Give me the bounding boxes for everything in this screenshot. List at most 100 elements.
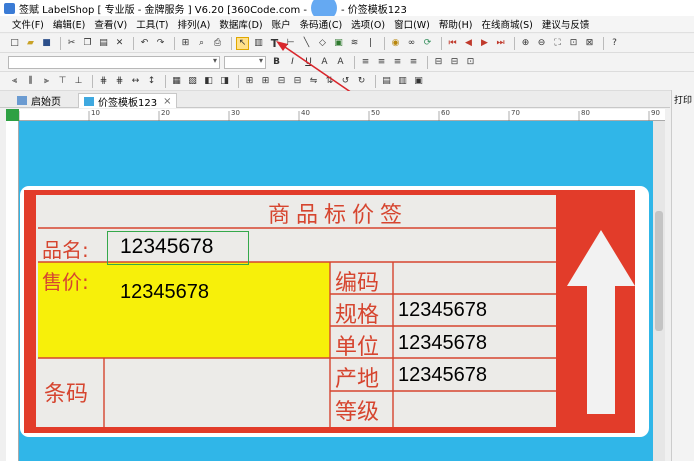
scrollbar-thumb[interactable] (655, 211, 663, 331)
last-page-icon[interactable]: ⏭ (494, 37, 507, 50)
vertical-line-icon[interactable]: | (364, 37, 377, 50)
ruler-label: 80 (581, 109, 590, 117)
paste-icon[interactable]: ▤ (97, 37, 110, 50)
name-label: 品名: (42, 238, 89, 262)
wrap-icon[interactable]: ⊟ (432, 56, 445, 69)
menu-window[interactable]: 窗口(W) (394, 17, 430, 31)
separator (231, 36, 232, 50)
binoculars-icon[interactable]: ∞ (405, 37, 418, 50)
separator (375, 74, 376, 88)
page-setup-icon[interactable]: ▣ (412, 75, 425, 88)
separator (441, 36, 442, 50)
delete-icon[interactable]: ✕ (113, 37, 126, 50)
menu-edit[interactable]: 编辑(E) (53, 17, 85, 31)
first-page-icon[interactable]: ⏮ (446, 37, 459, 50)
table-props-icon[interactable]: ▥ (396, 75, 409, 88)
fit-width-icon[interactable]: ⊡ (567, 37, 580, 50)
tab-price-template[interactable]: 价签模板123 × (78, 93, 178, 109)
vertical-ruler (6, 121, 19, 461)
same-height-icon[interactable]: ↕ (145, 75, 158, 88)
frame-icon[interactable]: ⊡ (464, 56, 477, 69)
grid-icon[interactable]: ⊞ (179, 37, 192, 50)
undo-icon[interactable]: ↶ (138, 37, 151, 50)
menu-help[interactable]: 帮助(H) (439, 17, 473, 31)
separator (60, 36, 61, 50)
origin-value[interactable]: 12345678 (398, 364, 487, 387)
price-value[interactable]: 12345678 (120, 281, 209, 304)
vertical-scrollbar[interactable] (653, 121, 665, 461)
zoom-in-icon[interactable]: ⊕ (519, 37, 532, 50)
separator (427, 55, 428, 69)
bring-front-icon[interactable]: ◧ (202, 75, 215, 88)
lock-icon[interactable]: ⊞ (243, 75, 256, 88)
barcode-icon[interactable]: ▥ (252, 37, 265, 50)
ruler-label: 30 (231, 109, 240, 117)
barcode-label: 条码 (44, 382, 89, 407)
window-title: 签赋 LabelShop [ 专业版 - 金牌服务 ] V6.20 [360Co… (19, 4, 307, 16)
fit-page-icon[interactable]: ⛶ (551, 37, 564, 50)
menu-database[interactable]: 数据库(D) (219, 17, 262, 31)
actual-size-icon[interactable]: ⊠ (583, 37, 596, 50)
font-name-select[interactable] (8, 55, 220, 69)
menu-tools[interactable]: 工具(T) (136, 17, 168, 31)
close-tab-icon[interactable]: × (163, 96, 171, 107)
preview-icon[interactable]: ⌕ (195, 37, 208, 50)
prev-page-icon[interactable]: ◀ (462, 37, 475, 50)
group-icon[interactable]: ▦ (170, 75, 183, 88)
ruler-label: 20 (161, 109, 170, 117)
menu-store[interactable]: 在线商城(S) (481, 17, 532, 31)
open-icon[interactable]: ▰ (24, 37, 37, 50)
print-icon[interactable]: ⎙ (211, 37, 224, 50)
redo-icon[interactable]: ↷ (154, 37, 167, 50)
rotate-icon[interactable]: ⊟ (448, 56, 461, 69)
pointer-icon[interactable]: ↖ (236, 36, 249, 50)
ruler-ticks (18, 111, 650, 121)
menu-account[interactable]: 账户 (272, 17, 291, 31)
separator (238, 74, 239, 88)
menu-barcode[interactable]: 条码通(C) (300, 17, 343, 31)
distribute-h-icon[interactable]: ⋕ (97, 75, 110, 88)
ruler-label: 50 (371, 109, 380, 117)
unit-value[interactable]: 12345678 (398, 332, 487, 355)
tab-label: 启始页 (31, 97, 61, 108)
save-icon[interactable]: ■ (40, 37, 53, 50)
align-right-icon[interactable]: ≡ (391, 56, 404, 69)
ungroup-icon[interactable]: ▧ (186, 75, 199, 88)
refresh-icon[interactable]: ⟳ (421, 37, 434, 50)
unit-label: 单位 (335, 335, 380, 360)
name-value[interactable]: 12345678 (120, 235, 213, 259)
database-icon[interactable]: ◉ (389, 37, 402, 50)
align-objects-center-icon[interactable]: ⫼ (24, 75, 37, 88)
price-label[interactable]: 商品标价签 品名: 12345678 售价: 12345678 条码 编码 规格… (20, 186, 649, 437)
copy-icon[interactable]: ❐ (81, 37, 94, 50)
spec-value[interactable]: 12345678 (398, 299, 487, 322)
zoom-out-icon[interactable]: ⊖ (535, 37, 548, 50)
send-back-icon[interactable]: ◨ (218, 75, 231, 88)
align-left-icon[interactable]: ≡ (359, 56, 372, 69)
table-icon[interactable]: ▤ (380, 75, 393, 88)
align-objects-middle-icon[interactable]: ⊥ (72, 75, 85, 88)
align-objects-left-icon[interactable]: ⫷ (8, 75, 21, 88)
align-objects-top-icon[interactable]: ⊤ (56, 75, 69, 88)
document-tabs: 启始页 价签模板123 × (0, 91, 670, 109)
menu-file[interactable]: 文件(F) (12, 17, 44, 31)
menu-arrange[interactable]: 排列(A) (177, 17, 210, 31)
menu-options[interactable]: 选项(O) (351, 17, 385, 31)
label-header: 商品标价签 (267, 203, 408, 228)
ruler-label: 70 (511, 109, 520, 117)
align-objects-right-icon[interactable]: ⫸ (40, 75, 53, 88)
menu-feedback[interactable]: 建议与反馈 (542, 17, 590, 31)
next-page-icon[interactable]: ▶ (478, 37, 491, 50)
same-width-icon[interactable]: ↔ (129, 75, 142, 88)
new-icon[interactable]: □ (8, 37, 21, 50)
spec-label: 规格 (335, 303, 380, 328)
ruler-origin-icon[interactable] (6, 109, 19, 121)
tab-start-page[interactable]: 启始页 (12, 93, 66, 108)
help-icon[interactable]: ? (608, 37, 621, 50)
distribute-v-icon[interactable]: ⋕ (113, 75, 126, 88)
justify-icon[interactable]: ≡ (407, 56, 420, 69)
align-center-icon[interactable]: ≡ (375, 56, 388, 69)
menu-view[interactable]: 查看(V) (94, 17, 127, 31)
cut-icon[interactable]: ✂ (65, 37, 78, 50)
font-size-select[interactable] (224, 55, 266, 69)
